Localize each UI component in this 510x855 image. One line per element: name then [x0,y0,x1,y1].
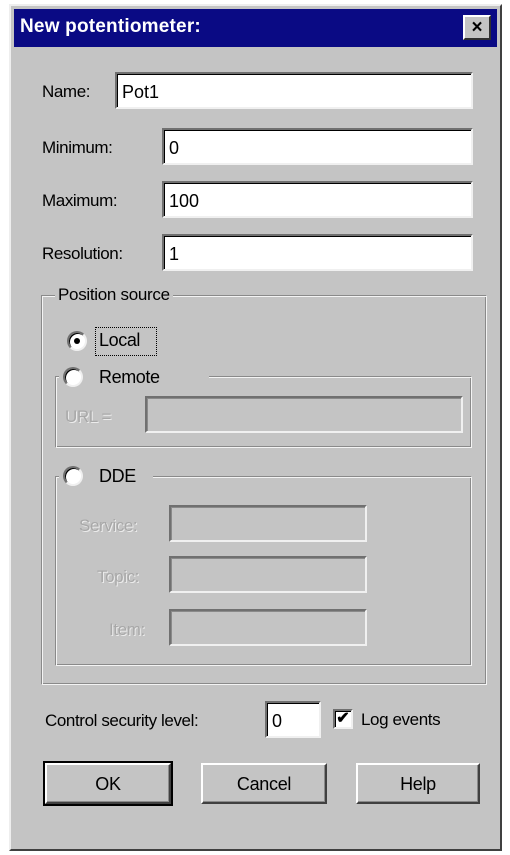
close-button[interactable]: × [463,15,491,40]
item-field[interactable] [169,609,367,646]
service-field[interactable] [169,505,367,542]
title-bar[interactable]: New potentiometer: × [14,9,497,47]
ok-button[interactable]: OK [43,761,173,806]
security-level-label: Control security level: [45,711,199,730]
security-level-field[interactable] [265,701,321,738]
log-events-checkbox[interactable]: ✔ [333,709,353,729]
dialog-title: New potentiometer: [20,16,201,37]
local-radio[interactable] [67,331,87,351]
minimum-field[interactable] [162,128,473,165]
remote-label[interactable]: Remote [99,367,160,388]
radio-selected-dot [74,338,80,344]
log-events-label[interactable]: Log events [361,710,441,730]
topic-label: Topic: [97,567,140,586]
service-label: Service: [79,516,138,535]
dde-label[interactable]: DDE [99,466,136,487]
maximum-field[interactable] [162,181,473,218]
name-field[interactable] [115,72,473,109]
close-icon: × [471,16,483,38]
position-source-legend: Position source [55,285,173,305]
resolution-field[interactable] [162,234,473,271]
topic-field[interactable] [169,556,367,593]
check-icon: ✔ [336,710,350,727]
maximum-label: Maximum: [42,191,118,210]
cancel-button[interactable]: Cancel [201,763,327,804]
name-label: Name: [42,82,91,101]
local-label[interactable]: Local [99,330,140,351]
url-label: URL = [65,407,112,426]
resolution-label: Resolution: [42,244,123,263]
remote-radio[interactable] [63,367,83,387]
item-label: Item: [109,620,145,639]
url-field[interactable] [145,396,463,433]
minimum-label: Minimum: [42,138,113,157]
help-button[interactable]: Help [356,763,480,804]
new-potentiometer-dialog: New potentiometer: × Name: Minimum: Maxi… [9,4,502,851]
dde-radio[interactable] [63,466,83,486]
